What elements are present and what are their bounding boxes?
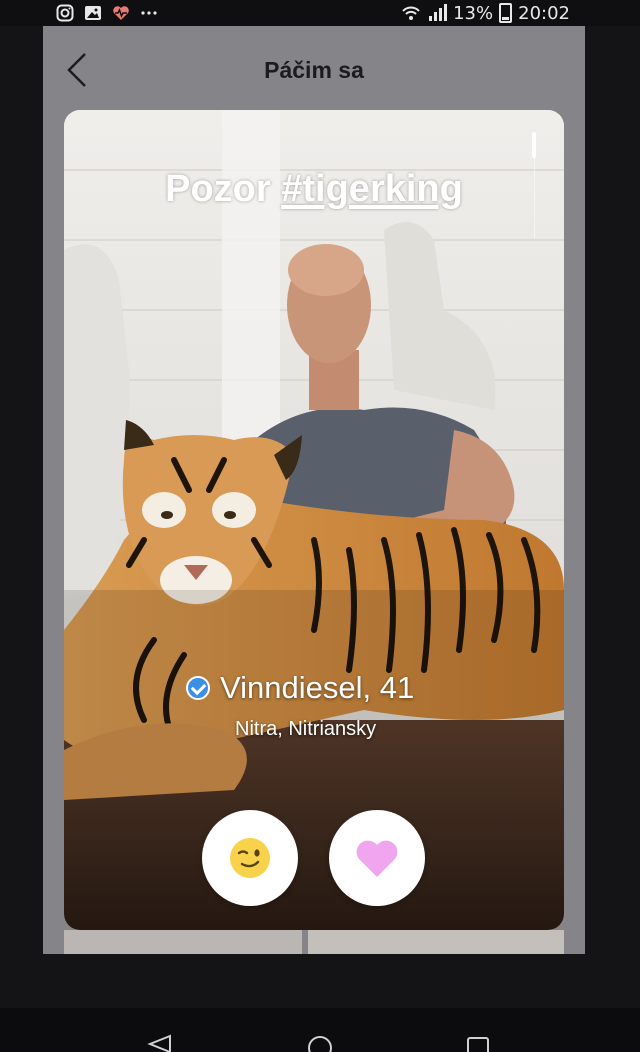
status-bar: 13% 20:02 [0, 0, 640, 26]
verified-badge-icon [186, 676, 210, 700]
like-button[interactable] [329, 810, 425, 906]
battery-icon [499, 3, 513, 23]
profile-photo [64, 110, 564, 930]
home-circle-icon[interactable] [306, 1034, 334, 1052]
system-nav-bar [0, 1008, 640, 1052]
instagram-icon [56, 4, 74, 22]
winking-face-icon [230, 838, 270, 878]
profile-card[interactable]: Pozor #tigerking Vinndiesel, 41 Nitra, N… [64, 110, 564, 930]
recents-square-icon[interactable] [466, 1034, 492, 1052]
heart-icon [356, 840, 398, 877]
caption-text: Pozor [165, 168, 282, 210]
story-progress-indicator [532, 132, 536, 158]
next-profile-thumbnail[interactable] [308, 930, 564, 954]
health-heart-icon [113, 6, 129, 20]
profile-location: Nitra, Nitriansky [235, 718, 377, 740]
signal-icon [429, 4, 448, 21]
caption-hashtag[interactable]: #tigerking [281, 168, 463, 210]
clock: 20:02 [518, 2, 570, 24]
profile-name: Vinndiesel, 41 [220, 670, 415, 705]
app-screen: Páčim sa Pozor #tigerking Vinndiesel, 41… [43, 26, 585, 954]
battery-percent: 13% [453, 2, 494, 24]
next-profile-thumbnail[interactable] [64, 930, 302, 954]
system-indicators: 13% 20:02 [401, 0, 570, 26]
wifi-icon [402, 6, 420, 20]
header: Páčim sa [43, 26, 585, 110]
profile-name-row: Vinndiesel, 41 [186, 670, 414, 706]
more-dots-icon [141, 11, 157, 15]
back-triangle-icon[interactable] [146, 1034, 172, 1052]
notification-icons [56, 0, 158, 26]
photo-caption: Pozor #tigerking [64, 168, 564, 211]
wink-button[interactable] [202, 810, 298, 906]
gallery-icon [85, 6, 101, 20]
page-title: Páčim sa [264, 57, 364, 83]
